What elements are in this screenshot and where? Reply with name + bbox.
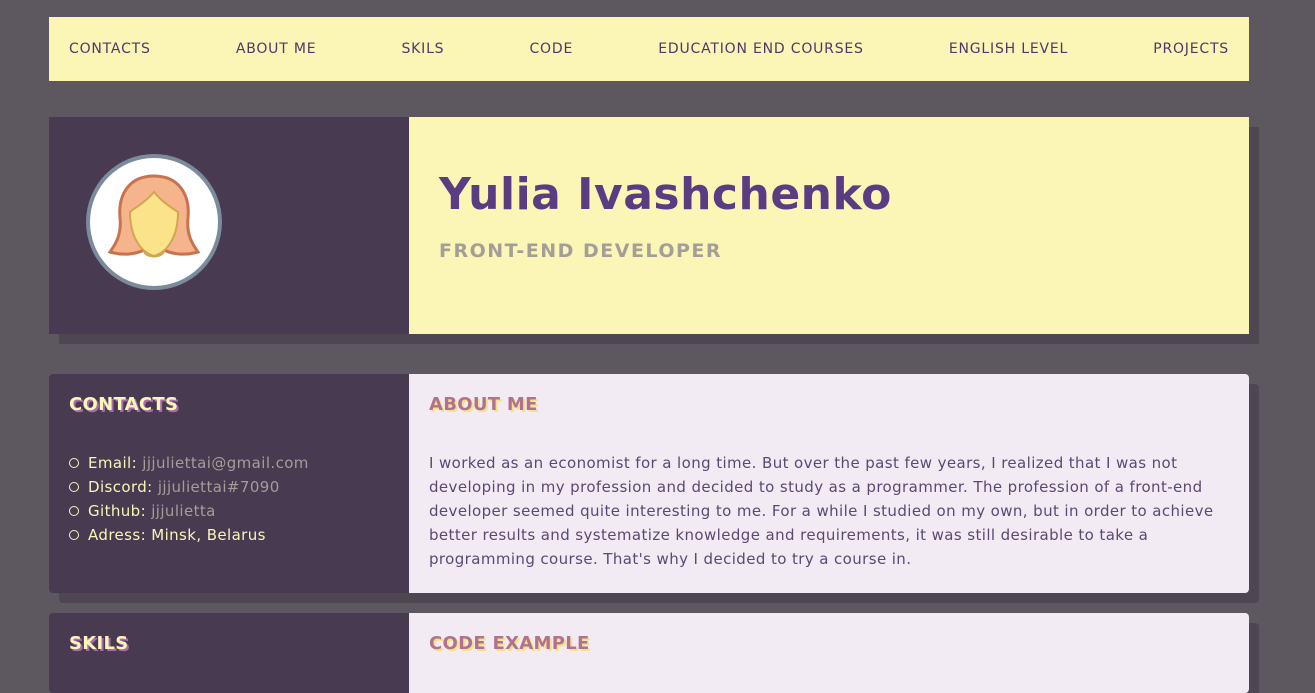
contact-discord: Discord: jjjuliettai#7090 <box>69 475 389 499</box>
circle-bullet-icon <box>69 482 79 492</box>
contact-github: Github: jjjulietta <box>69 499 389 523</box>
person-name: Yulia Ivashchenko <box>439 169 892 220</box>
contact-address: Adress: Minsk, Belarus <box>69 523 389 547</box>
nav-link-education[interactable]: EDUCATION END COURSES <box>658 41 864 57</box>
contact-value[interactable]: jjjulietta <box>151 502 216 520</box>
contact-label: Email: <box>88 454 138 472</box>
skills-code-card: SKILS CODE EXAMPLE <box>49 613 1249 693</box>
circle-bullet-icon <box>69 458 79 468</box>
code-heading: CODE EXAMPLE <box>429 633 590 654</box>
nav-link-contacts[interactable]: CONTACTS <box>69 41 151 57</box>
about-panel: ABOUT ME I worked as an economist for a … <box>409 374 1249 593</box>
contacts-list: Email: jjjuliettai@gmail.com Discord: jj… <box>69 451 389 547</box>
skills-heading: SKILS <box>69 633 129 654</box>
about-heading: ABOUT ME <box>429 394 538 415</box>
contact-label: Discord: <box>88 478 153 496</box>
contact-email: Email: jjjuliettai@gmail.com <box>69 451 389 475</box>
hero-card: Yulia Ivashchenko FRONT-END DEVELOPER <box>49 117 1249 334</box>
skills-panel: SKILS <box>49 613 409 693</box>
about-text: I worked as an economist for a long time… <box>429 454 1214 568</box>
contact-value[interactable]: jjjuliettai@gmail.com <box>142 454 309 472</box>
contacts-panel: CONTACTS Email: jjjuliettai@gmail.com Di… <box>49 374 409 593</box>
contact-label: Github: <box>88 502 147 520</box>
hero-title-panel: Yulia Ivashchenko FRONT-END DEVELOPER <box>409 117 1249 334</box>
circle-bullet-icon <box>69 506 79 516</box>
woman-avatar-icon <box>86 154 222 290</box>
top-nav: CONTACTS ABOUT ME SKILS CODE EDUCATION E… <box>49 17 1249 81</box>
nav-link-english-level[interactable]: ENGLISH LEVEL <box>949 41 1068 57</box>
contact-label: Adress: Minsk, Belarus <box>88 526 266 544</box>
hero-avatar-panel <box>49 117 409 334</box>
code-panel: CODE EXAMPLE <box>409 613 1249 693</box>
nav-link-about-me[interactable]: ABOUT ME <box>236 41 317 57</box>
contacts-heading: CONTACTS <box>69 394 179 415</box>
nav-link-code[interactable]: CODE <box>529 41 573 57</box>
nav-link-skils[interactable]: SKILS <box>401 41 444 57</box>
circle-bullet-icon <box>69 530 79 540</box>
contacts-about-card: CONTACTS Email: jjjuliettai@gmail.com Di… <box>49 374 1249 593</box>
contact-value[interactable]: jjjuliettai#7090 <box>158 478 280 496</box>
nav-link-projects[interactable]: PROJECTS <box>1153 41 1229 57</box>
job-title: FRONT-END DEVELOPER <box>439 240 723 262</box>
